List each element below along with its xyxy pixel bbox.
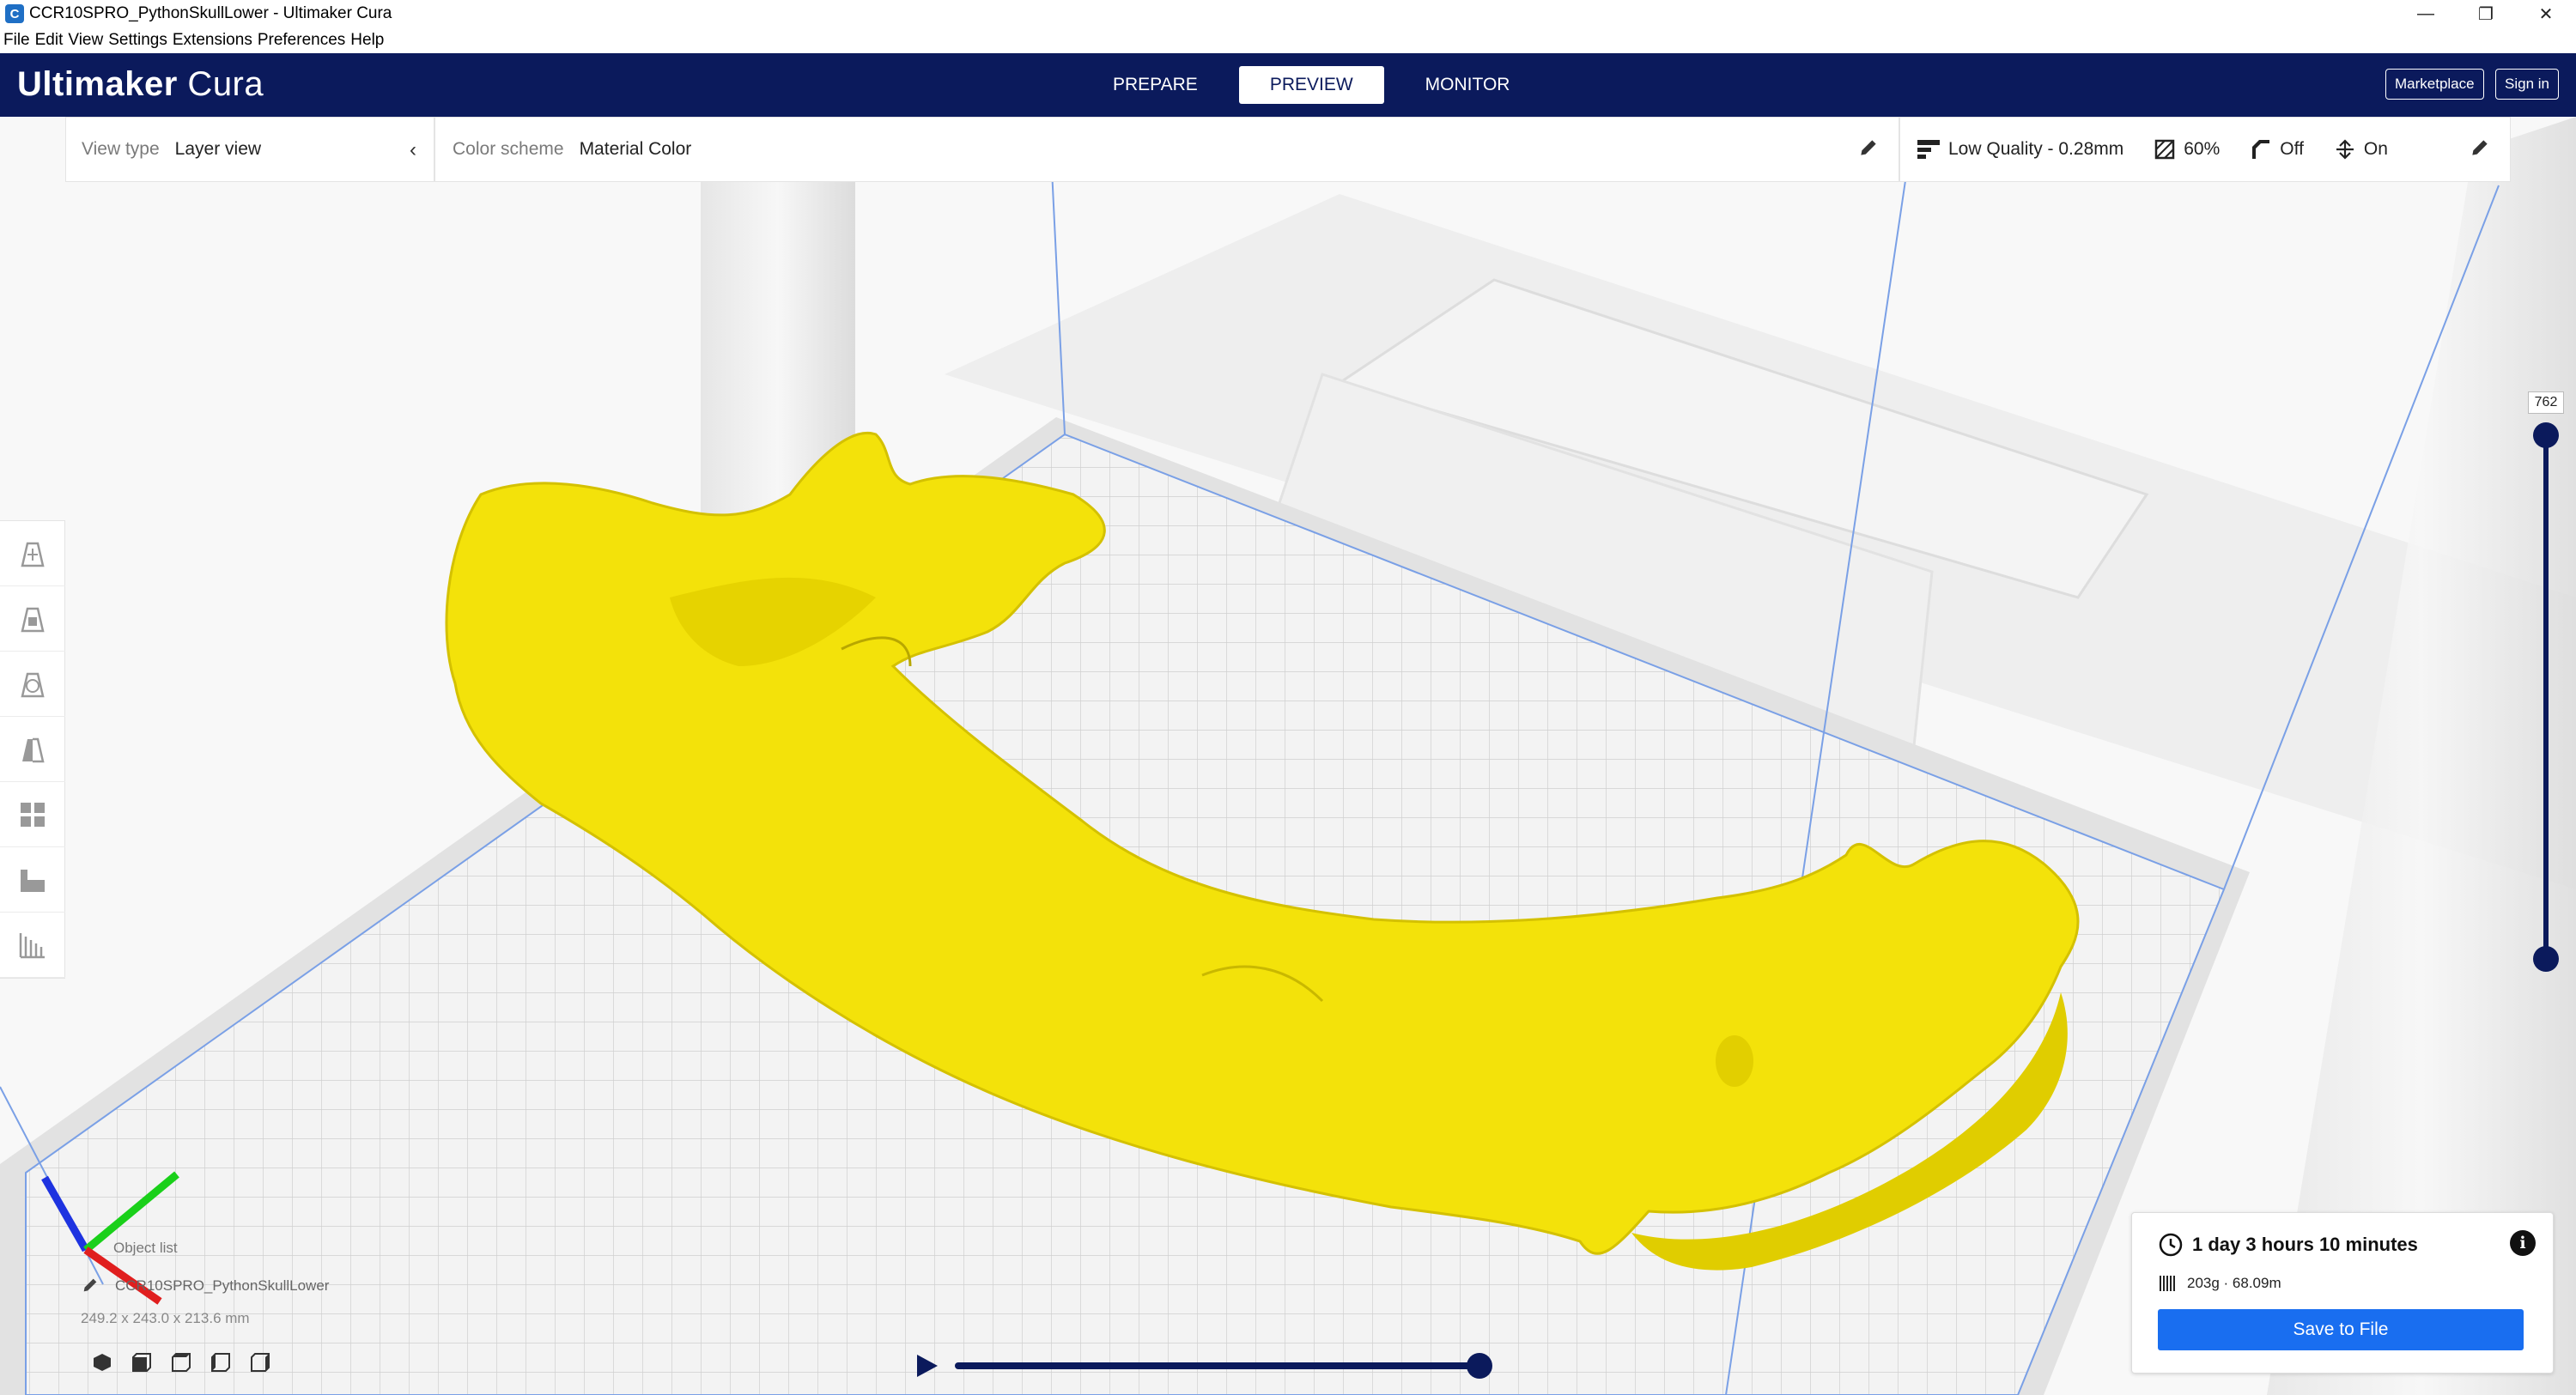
playback-slider-handle[interactable] — [1467, 1353, 1492, 1379]
print-time: 1 day 3 hours 10 minutes — [2192, 1234, 2418, 1255]
menu-bar: File Edit View Settings Extensions Prefe… — [0, 27, 2576, 53]
info-icon[interactable]: i — [2510, 1230, 2536, 1256]
adhesion-icon — [2336, 139, 2354, 160]
per-model-settings-icon[interactable] — [0, 782, 65, 847]
tool-column — [0, 520, 65, 979]
app-header: Ultimaker Cura PREPARE PREVIEW MONITOR M… — [0, 53, 2576, 117]
cura-app-icon: C — [5, 4, 24, 23]
object-dimensions: 249.2 x 243.0 x 213.6 mm — [81, 1310, 250, 1326]
layer-number-label[interactable]: 762 — [2528, 391, 2564, 414]
support-blocker-icon[interactable] — [0, 847, 65, 913]
top-view-icon[interactable] — [161, 1348, 201, 1377]
mirror-tool-icon[interactable] — [0, 717, 65, 782]
menu-help[interactable]: Help — [350, 31, 384, 50]
filament-icon — [2160, 1276, 2175, 1291]
view-type-panel[interactable]: View type Layer view ‹ — [65, 117, 434, 182]
save-to-file-button[interactable]: Save to File — [2158, 1309, 2524, 1350]
color-scheme-value[interactable]: Material Color — [580, 139, 692, 160]
layer-slider-track[interactable] — [2543, 434, 2549, 960]
playback-slider-track[interactable] — [955, 1362, 1480, 1369]
material-usage: 203g · 68.09m — [2187, 1275, 2281, 1291]
menu-preferences[interactable]: Preferences — [258, 31, 345, 50]
scale-tool-icon[interactable] — [0, 586, 65, 652]
print-settings-panel[interactable]: Low Quality - 0.28mm 60% Off On — [1899, 117, 2511, 182]
menu-file[interactable]: File — [3, 31, 30, 50]
stage-tabs: PREPARE PREVIEW MONITOR — [1082, 66, 1551, 104]
front-view-icon[interactable] — [122, 1348, 161, 1377]
tab-prepare[interactable]: PREPARE — [1082, 66, 1229, 104]
window-titlebar: C CCR10SPRO_PythonSkullLower - Ultimaker… — [0, 0, 2576, 27]
object-name[interactable]: CCR10SPRO_PythonSkullLower — [115, 1277, 329, 1295]
tab-monitor[interactable]: MONITOR — [1394, 66, 1541, 104]
print-profile[interactable]: Low Quality - 0.28mm — [1948, 139, 2123, 160]
pencil-icon[interactable] — [1857, 136, 1880, 159]
view-type-label: View type — [82, 139, 160, 159]
layer-slider-top-handle[interactable] — [2533, 422, 2559, 448]
restore-icon[interactable]: ❐ — [2456, 0, 2516, 27]
clock-icon — [2159, 1233, 2183, 1257]
profile-icon — [1917, 140, 1940, 159]
menu-settings[interactable]: Settings — [108, 31, 167, 50]
minimize-icon[interactable]: — — [2396, 0, 2456, 27]
camera-view-buttons — [82, 1348, 280, 1377]
layer-tool-icon[interactable] — [0, 913, 65, 978]
play-icon[interactable] — [917, 1355, 938, 1377]
rotate-tool-icon[interactable] — [0, 652, 65, 717]
menu-view[interactable]: View — [68, 31, 103, 50]
infill-icon — [2155, 139, 2175, 160]
object-list-label[interactable]: Object list — [113, 1240, 178, 1257]
print-info-panel: 1 day 3 hours 10 minutes i 203g · 68.09m… — [2131, 1212, 2554, 1374]
window-title: CCR10SPRO_PythonSkullLower - Ultimaker C… — [29, 4, 392, 22]
left-view-icon[interactable] — [201, 1348, 240, 1377]
menu-extensions[interactable]: Extensions — [173, 31, 252, 50]
chevron-left-icon[interactable]: ‹ — [410, 138, 416, 162]
infill-value[interactable]: 60% — [2184, 139, 2220, 160]
move-tool-icon[interactable] — [0, 521, 65, 586]
pencil-icon[interactable] — [81, 1276, 100, 1295]
view-type-value[interactable]: Layer view — [175, 139, 261, 160]
support-icon — [2252, 140, 2270, 159]
layer-slider-bottom-handle[interactable] — [2533, 946, 2559, 972]
color-scheme-panel[interactable]: Color scheme Material Color — [434, 117, 1899, 182]
adhesion-value[interactable]: On — [2364, 139, 2388, 160]
build-volume-scene — [0, 117, 2576, 1395]
3d-view-icon[interactable] — [82, 1348, 122, 1377]
menu-edit[interactable]: Edit — [35, 31, 64, 50]
support-value[interactable]: Off — [2280, 139, 2304, 160]
color-scheme-label: Color scheme — [453, 139, 564, 159]
marketplace-button[interactable]: Marketplace — [2385, 69, 2484, 100]
pencil-icon[interactable] — [2469, 136, 2491, 159]
tab-preview[interactable]: PREVIEW — [1238, 66, 1384, 104]
right-view-icon[interactable] — [240, 1348, 280, 1377]
sign-in-button[interactable]: Sign in — [2495, 69, 2559, 100]
3d-viewport[interactable] — [0, 117, 2576, 1395]
cura-logo: Ultimaker Cura — [17, 65, 264, 103]
close-icon[interactable]: ✕ — [2516, 0, 2576, 27]
